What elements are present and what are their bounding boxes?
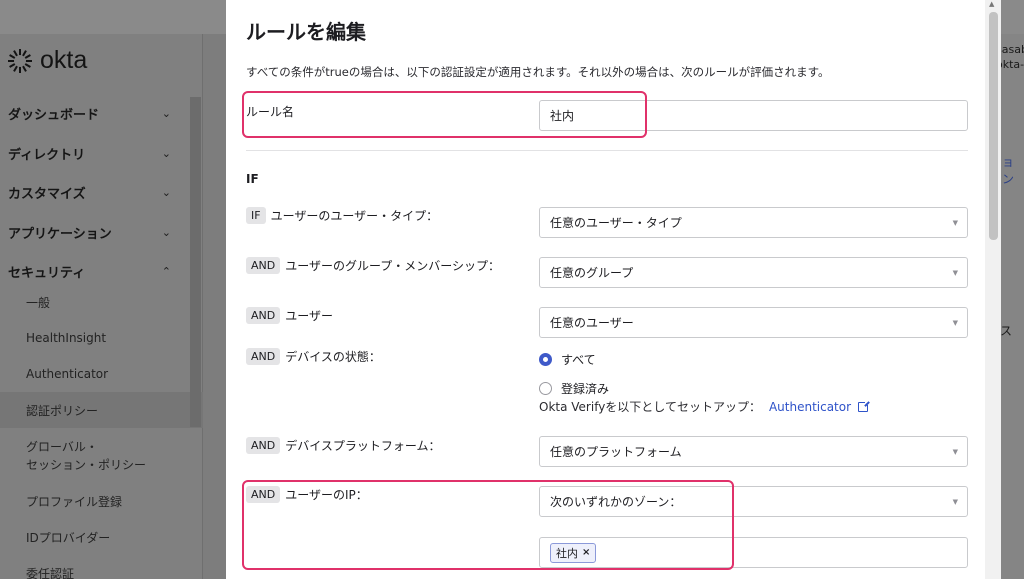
dropdown-caret-icon: ▼: [952, 219, 958, 227]
radio-selected-icon[interactable]: [539, 353, 552, 366]
sidebar-item-applications[interactable]: アプリケーション ⌄: [0, 213, 203, 253]
rule-name-value: 社内: [550, 109, 575, 123]
scroll-up-arrow-icon[interactable]: ▲: [989, 0, 994, 8]
sidebar-subitem-label: グローバル・: [26, 439, 98, 454]
sidebar-subitem-identity-providers[interactable]: IDプロバイダー: [0, 519, 203, 555]
sidebar-subitem-general[interactable]: 一般: [0, 284, 203, 320]
condition-user-type-label: IF ユーザーのユーザー・タイプ：: [246, 207, 438, 224]
radio-label: すべて: [561, 353, 596, 367]
radio-unselected-icon[interactable]: [539, 382, 552, 395]
condition-ip-label: AND ユーザーのIP：: [246, 486, 368, 503]
rule-name-label: ルール名: [246, 103, 294, 120]
platform-select[interactable]: 任意のプラットフォーム ▼: [539, 436, 968, 467]
select-value: 任意のプラットフォーム: [550, 445, 682, 459]
select-value: 任意のユーザー・タイプ: [550, 216, 682, 230]
zone-tag-label: 社内: [556, 546, 578, 560]
sidebar-item-label: ダッシュボード: [8, 108, 100, 124]
dropdown-caret-icon: ▼: [952, 498, 958, 506]
section-if-heading: IF: [246, 172, 259, 186]
dialog-scrollbar-thumb[interactable]: [989, 12, 998, 240]
dropdown-caret-icon: ▼: [952, 319, 958, 327]
okta-logo[interactable]: okta: [8, 46, 87, 75]
condition-chip: AND: [246, 257, 281, 274]
background-link[interactable]: ョン: [997, 153, 1024, 187]
rule-name-input[interactable]: 社内: [539, 100, 968, 131]
sidebar-item-label: アプリケーション: [8, 226, 112, 242]
sidebar-subitem-healthinsight[interactable]: HealthInsight: [0, 320, 203, 356]
condition-platform-label: AND デバイスプラットフォーム：: [246, 437, 441, 454]
select-value: 任意のグループ: [550, 266, 634, 280]
condition-label-text: ユーザーのユーザー・タイプ：: [270, 209, 439, 223]
condition-label-text: ユーザー: [285, 309, 333, 323]
logo-text: okta: [40, 46, 88, 74]
condition-label-text: ユーザーのグループ・メンバーシップ：: [285, 259, 501, 273]
sidebar-subitem-profile-enrollment[interactable]: プロファイル登録: [0, 483, 203, 519]
chevron-down-icon: ⌄: [161, 186, 171, 200]
zone-tag: 社内 ×: [550, 542, 597, 563]
sidebar-item-label: ディレクトリ: [8, 147, 86, 163]
section-divider: [246, 150, 968, 151]
chevron-down-icon: ⌄: [161, 107, 171, 121]
radio-option-all[interactable]: すべて: [539, 351, 596, 368]
dropdown-caret-icon: ▼: [952, 448, 958, 456]
sidebar-subitem-global-session-policy[interactable]: グローバル・ セッション・ポリシー: [0, 428, 203, 483]
user-type-select[interactable]: 任意のユーザー・タイプ ▼: [539, 207, 968, 238]
condition-label-text: ユーザーのIP：: [285, 488, 368, 502]
condition-group-label: AND ユーザーのグループ・メンバーシップ：: [246, 257, 500, 274]
radio-label: 登録済み: [561, 382, 610, 396]
sidebar-item-label: カスタマイズ: [8, 187, 86, 203]
sidebar-item-directory[interactable]: ディレクトリ ⌄: [0, 134, 203, 174]
sidebar-subitem-auth-policy[interactable]: 認証ポリシー: [0, 392, 203, 428]
chevron-down-icon: ⌄: [161, 225, 171, 239]
chevron-up-icon: ⌃: [161, 265, 171, 279]
sidebar-item-customize[interactable]: カスタマイズ ⌄: [0, 173, 203, 213]
external-link-icon[interactable]: [858, 399, 871, 412]
sidebar-item-dashboard[interactable]: ダッシュボード ⌄: [0, 94, 203, 134]
edit-rule-dialog: ルールを編集 すべての条件がtrueの場合は、以下の認証設定が適用されます。それ…: [226, 0, 1001, 579]
security-submenu: 一般 HealthInsight Authenticator 認証ポリシー グロ…: [0, 284, 203, 579]
condition-chip: AND: [246, 307, 281, 324]
radio-option-registered[interactable]: 登録済み: [539, 380, 609, 397]
condition-user-label: AND ユーザー: [246, 307, 333, 324]
dialog-description: すべての条件がtrueの場合は、以下の認証設定が適用されます。それ以外の場合は、…: [246, 65, 830, 79]
sidebar-scrollbar[interactable]: [190, 97, 201, 427]
condition-chip: IF: [246, 207, 266, 224]
sidebar-nav: ダッシュボード ⌄ ディレクトリ ⌄ カスタマイズ ⌄ アプリケーション ⌄ セ…: [0, 94, 203, 292]
background-text: ス: [1000, 324, 1013, 338]
okta-verify-setup-text: Okta Verifyを以下としてセットアップ： Authenticator: [539, 398, 871, 415]
okta-logo-icon: [8, 48, 32, 73]
condition-label-text: デバイスプラットフォーム：: [285, 439, 441, 453]
condition-chip: AND: [246, 486, 281, 503]
condition-device-state-label: AND デバイスの状態：: [246, 348, 381, 365]
select-value: 任意のユーザー: [550, 316, 634, 330]
select-value: 次のいずれかのゾーン：: [550, 495, 682, 509]
group-select[interactable]: 任意のグループ ▼: [539, 257, 968, 288]
ip-zone-tags-input[interactable]: 社内 ×: [539, 537, 968, 568]
sidebar-subitem-authenticator[interactable]: Authenticator: [0, 356, 203, 392]
rule-name-label-text: ルール名: [246, 105, 295, 119]
dropdown-caret-icon: ▼: [952, 269, 958, 277]
sidebar-item-label: セキュリティ: [8, 266, 86, 282]
okta-verify-text: Okta Verifyを以下としてセットアップ：: [539, 400, 761, 414]
sidebar: okta ダッシュボード ⌄ ディレクトリ ⌄ カスタマイズ ⌄ アプリケーショ…: [0, 34, 203, 579]
sidebar-subitem-delegated-auth[interactable]: 委任認証: [0, 555, 203, 579]
remove-tag-icon[interactable]: ×: [582, 547, 590, 558]
dialog-title: ルールを編集: [246, 20, 366, 44]
chevron-down-icon: ⌄: [161, 146, 171, 160]
authenticator-link[interactable]: Authenticator: [769, 400, 851, 414]
condition-label-text: デバイスの状態：: [285, 350, 381, 364]
sidebar-subitem-label: セッション・ポリシー: [26, 457, 147, 472]
condition-chip: AND: [246, 437, 281, 454]
user-select[interactable]: 任意のユーザー ▼: [539, 307, 968, 338]
ip-zone-select[interactable]: 次のいずれかのゾーン： ▼: [539, 486, 968, 517]
condition-chip: AND: [246, 348, 281, 365]
